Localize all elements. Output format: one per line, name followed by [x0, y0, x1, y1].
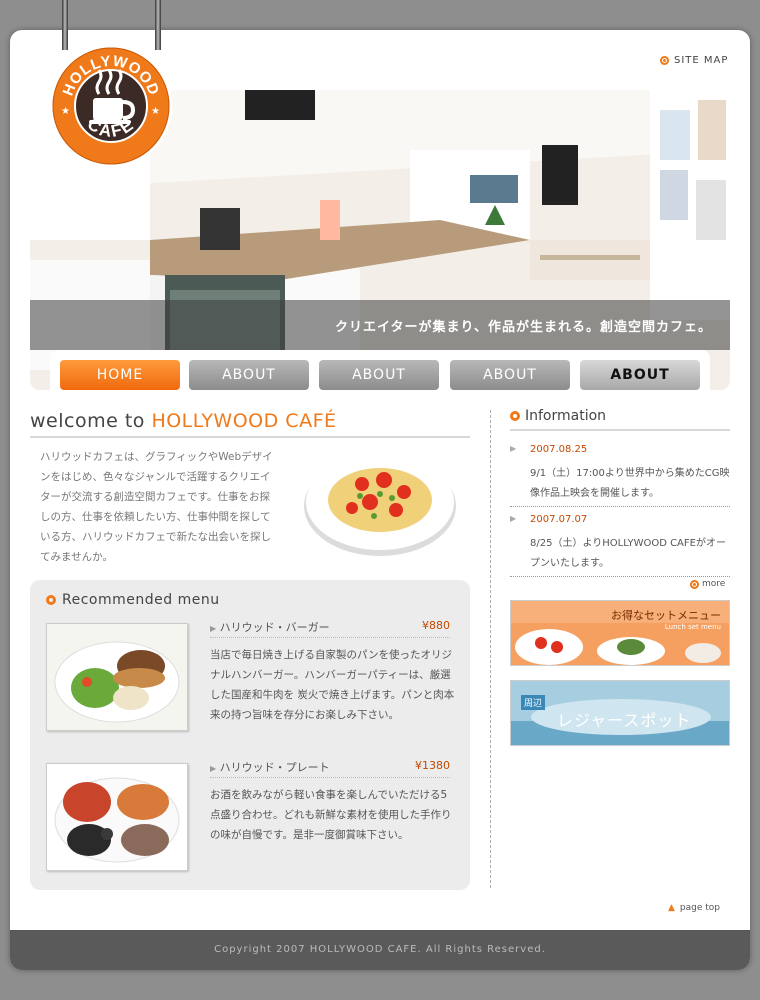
- welcome-prefix: welcome to: [30, 410, 152, 432]
- menu-item-plate-header: ▶ ハリウッド・プレート ¥1380: [210, 757, 450, 778]
- triangle-bullet-icon: ▶: [510, 444, 517, 453]
- circle-bullet-icon: [510, 411, 520, 421]
- news-text: 8/25（土）よりHOLLYWOOD CAFEがオープンいたします。: [530, 538, 726, 569]
- arrow-up-icon: ▲: [668, 903, 675, 913]
- orange-bullet-icon: [660, 56, 669, 65]
- set-menu-title: お得なセットメニュー: [611, 609, 721, 622]
- logo-hanger-right: [155, 0, 161, 50]
- set-menu-banner[interactable]: お得なセットメニュー Lunch set menu: [510, 600, 730, 666]
- recommended-menu-heading: Recommended menu: [46, 592, 220, 608]
- svg-text:★: ★: [151, 106, 160, 117]
- nav-about-1[interactable]: ABOUT: [189, 360, 309, 390]
- site-map-label: SITE MAP: [674, 55, 729, 66]
- leisure-tag: 周辺: [521, 695, 546, 710]
- set-menu-subtitle: Lunch set menu: [664, 623, 721, 631]
- main-nav: HOME ABOUT ABOUT ABOUT ABOUT: [50, 350, 710, 390]
- column-divider: [490, 410, 491, 888]
- news-item[interactable]: ▶ 2007.07.07 8/25（土）よりHOLLYWOOD CAFEがオープ…: [510, 514, 730, 577]
- circle-bullet-icon: [46, 595, 56, 605]
- news-date: 2007.07.07: [530, 514, 588, 525]
- hero-tagline: クリエイターが集まり、作品が生まれる。創造空間カフェ。: [335, 320, 712, 335]
- burger-photo: [46, 623, 188, 731]
- more-link[interactable]: more: [690, 579, 725, 589]
- leisure-spot-banner[interactable]: 周辺 レジャースポット: [510, 680, 730, 746]
- leisure-title: レジャースポット: [557, 711, 692, 730]
- orange-bullet-icon: [690, 579, 699, 589]
- hollywood-cafe-logo[interactable]: HOLLYWOOD CAFE ★ ★: [49, 44, 173, 168]
- menu-item-price: ¥1380: [415, 759, 450, 772]
- nav-about-3[interactable]: ABOUT: [450, 360, 570, 390]
- welcome-text: ハリウッドカフェは、グラフィックやWebデザインをはじめ、色々なジャンルで活躍す…: [40, 451, 273, 563]
- menu-item-description: 当店で毎日焼き上げる自家製のパンを使ったオリジナルハンバーガー。ハンバーガーパテ…: [210, 649, 455, 721]
- triangle-bullet-icon: ▶: [510, 514, 517, 523]
- more-label: more: [702, 579, 726, 589]
- nav-about-4[interactable]: ABOUT: [580, 360, 700, 390]
- footer: Copyright 2007 HOLLYWOOD CAFE. All Right…: [10, 930, 750, 970]
- menu-item-description: お酒を飲みながら軽い食事を楽しんでいただける5点盛り合わせ。どれも新鮮な素材を使…: [210, 789, 452, 841]
- news-item[interactable]: ▶ 2007.08.25 9/1（土）17:00より世界中から集めたCG映像作品…: [510, 444, 730, 507]
- pasta-dish-photo: [304, 454, 456, 556]
- copyright-text: Copyright 2007 HOLLYWOOD CAFE. All Right…: [214, 944, 546, 955]
- plate-photo: [46, 763, 188, 871]
- menu-item-name: ハリウッド・プレート: [219, 761, 330, 774]
- page-top-label: page top: [679, 903, 721, 913]
- hero-tagline-bar: クリエイターが集まり、作品が生まれる。創造空間カフェ。: [30, 300, 730, 350]
- menu-item-burger-header: ▶ ハリウッド・バーガー ¥880: [210, 617, 450, 638]
- triangle-bullet-icon: ▶: [210, 624, 217, 633]
- recommended-menu-title: Recommended menu: [62, 592, 220, 608]
- nav-about-2[interactable]: ABOUT: [319, 360, 439, 390]
- welcome-heading: welcome to HOLLYWOOD CAFÉ: [30, 410, 470, 438]
- menu-item-price: ¥880: [422, 619, 450, 632]
- menu-item-name: ハリウッド・バーガー: [219, 621, 330, 634]
- welcome-brand: HOLLYWOOD CAFÉ: [151, 410, 337, 432]
- news-text: 9/1（土）17:00より世界中から集めたCG映像作品上映会を開催します。: [530, 468, 730, 499]
- page-top-link[interactable]: ▲ page top: [668, 903, 720, 913]
- logo-hanger-left: [62, 0, 68, 50]
- site-map-link[interactable]: SITE MAP: [660, 55, 728, 66]
- svg-text:★: ★: [61, 106, 70, 117]
- triangle-bullet-icon: ▶: [210, 764, 217, 773]
- information-title: Information: [525, 408, 607, 424]
- nav-home[interactable]: HOME: [60, 360, 180, 390]
- information-heading: Information: [510, 408, 730, 431]
- news-date: 2007.08.25: [530, 444, 588, 455]
